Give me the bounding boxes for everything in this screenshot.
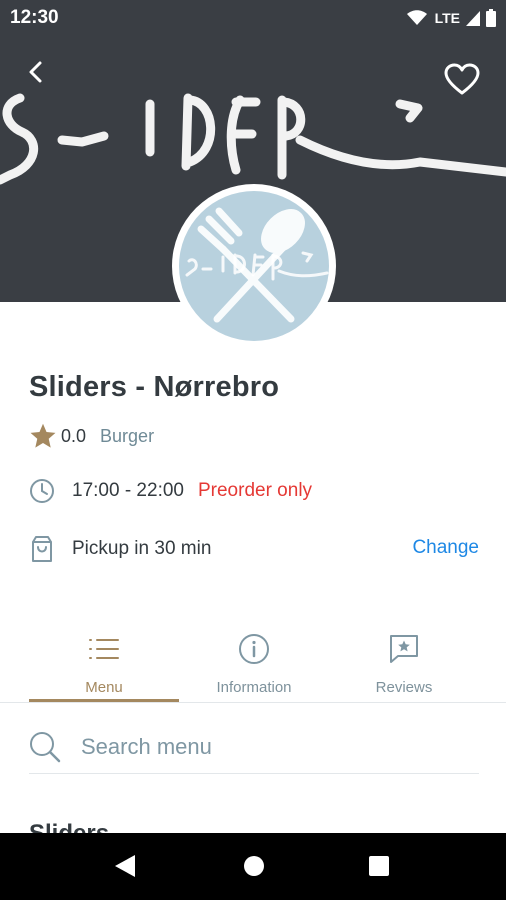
restaurant-logo: [172, 184, 336, 348]
review-star-icon: [387, 632, 421, 666]
rating-row: 0.0 Burger: [29, 421, 154, 451]
clock-icon: [30, 479, 54, 503]
nav-recents-icon[interactable]: [369, 856, 389, 876]
chevron-left-icon: [29, 61, 42, 83]
favorite-button[interactable]: [444, 62, 480, 98]
change-pickup-link[interactable]: Change: [412, 537, 479, 559]
tab-menu[interactable]: Menu: [29, 628, 179, 702]
restaurant-name: Sliders - Nørrebro: [29, 371, 280, 403]
tab-reviews[interactable]: Reviews: [329, 628, 479, 702]
status-bar: 12:30 LTE: [0, 0, 506, 36]
fork-spoon-icon: [185, 207, 329, 323]
shopping-bag-icon: [32, 536, 52, 562]
heart-outline-icon: [444, 63, 480, 95]
info-icon: [237, 632, 271, 666]
cuisine-tag: Burger: [100, 425, 155, 446]
status-icons: LTE: [406, 6, 496, 30]
rating-value: 0.0: [61, 425, 87, 446]
network-type: LTE: [434, 10, 460, 26]
pickup-row: Pickup in 30 min Change: [29, 532, 479, 566]
search-menu-input[interactable]: Search menu: [29, 720, 479, 774]
back-button[interactable]: [20, 56, 52, 88]
tab-information-label: Information: [216, 679, 292, 696]
list-icon: [87, 632, 121, 666]
preorder-label: Preorder only: [197, 480, 313, 501]
tab-reviews-label: Reviews: [375, 679, 433, 696]
battery-icon: [486, 9, 496, 27]
system-navigation-bar: [0, 833, 506, 900]
search-placeholder: Search menu: [81, 733, 212, 759]
nav-home-icon[interactable]: [243, 855, 265, 877]
nav-back-icon[interactable]: [113, 853, 137, 879]
opening-hours-row: 17:00 - 22:00 Preorder only: [29, 476, 312, 506]
tab-bar: Menu Information Reviews: [29, 628, 479, 702]
pickup-time: Pickup in 30 min: [72, 538, 212, 559]
tabs-divider: [0, 702, 506, 703]
tab-menu-label: Menu: [85, 679, 123, 696]
cellular-signal-icon: [466, 11, 480, 26]
tab-information[interactable]: Information: [179, 628, 329, 702]
star-icon: [30, 423, 56, 448]
wifi-icon: [406, 10, 427, 25]
opening-hours: 17:00 - 22:00: [72, 480, 184, 501]
search-icon: [30, 731, 61, 762]
logo-background: [179, 191, 329, 341]
status-time: 12:30: [10, 7, 59, 28]
